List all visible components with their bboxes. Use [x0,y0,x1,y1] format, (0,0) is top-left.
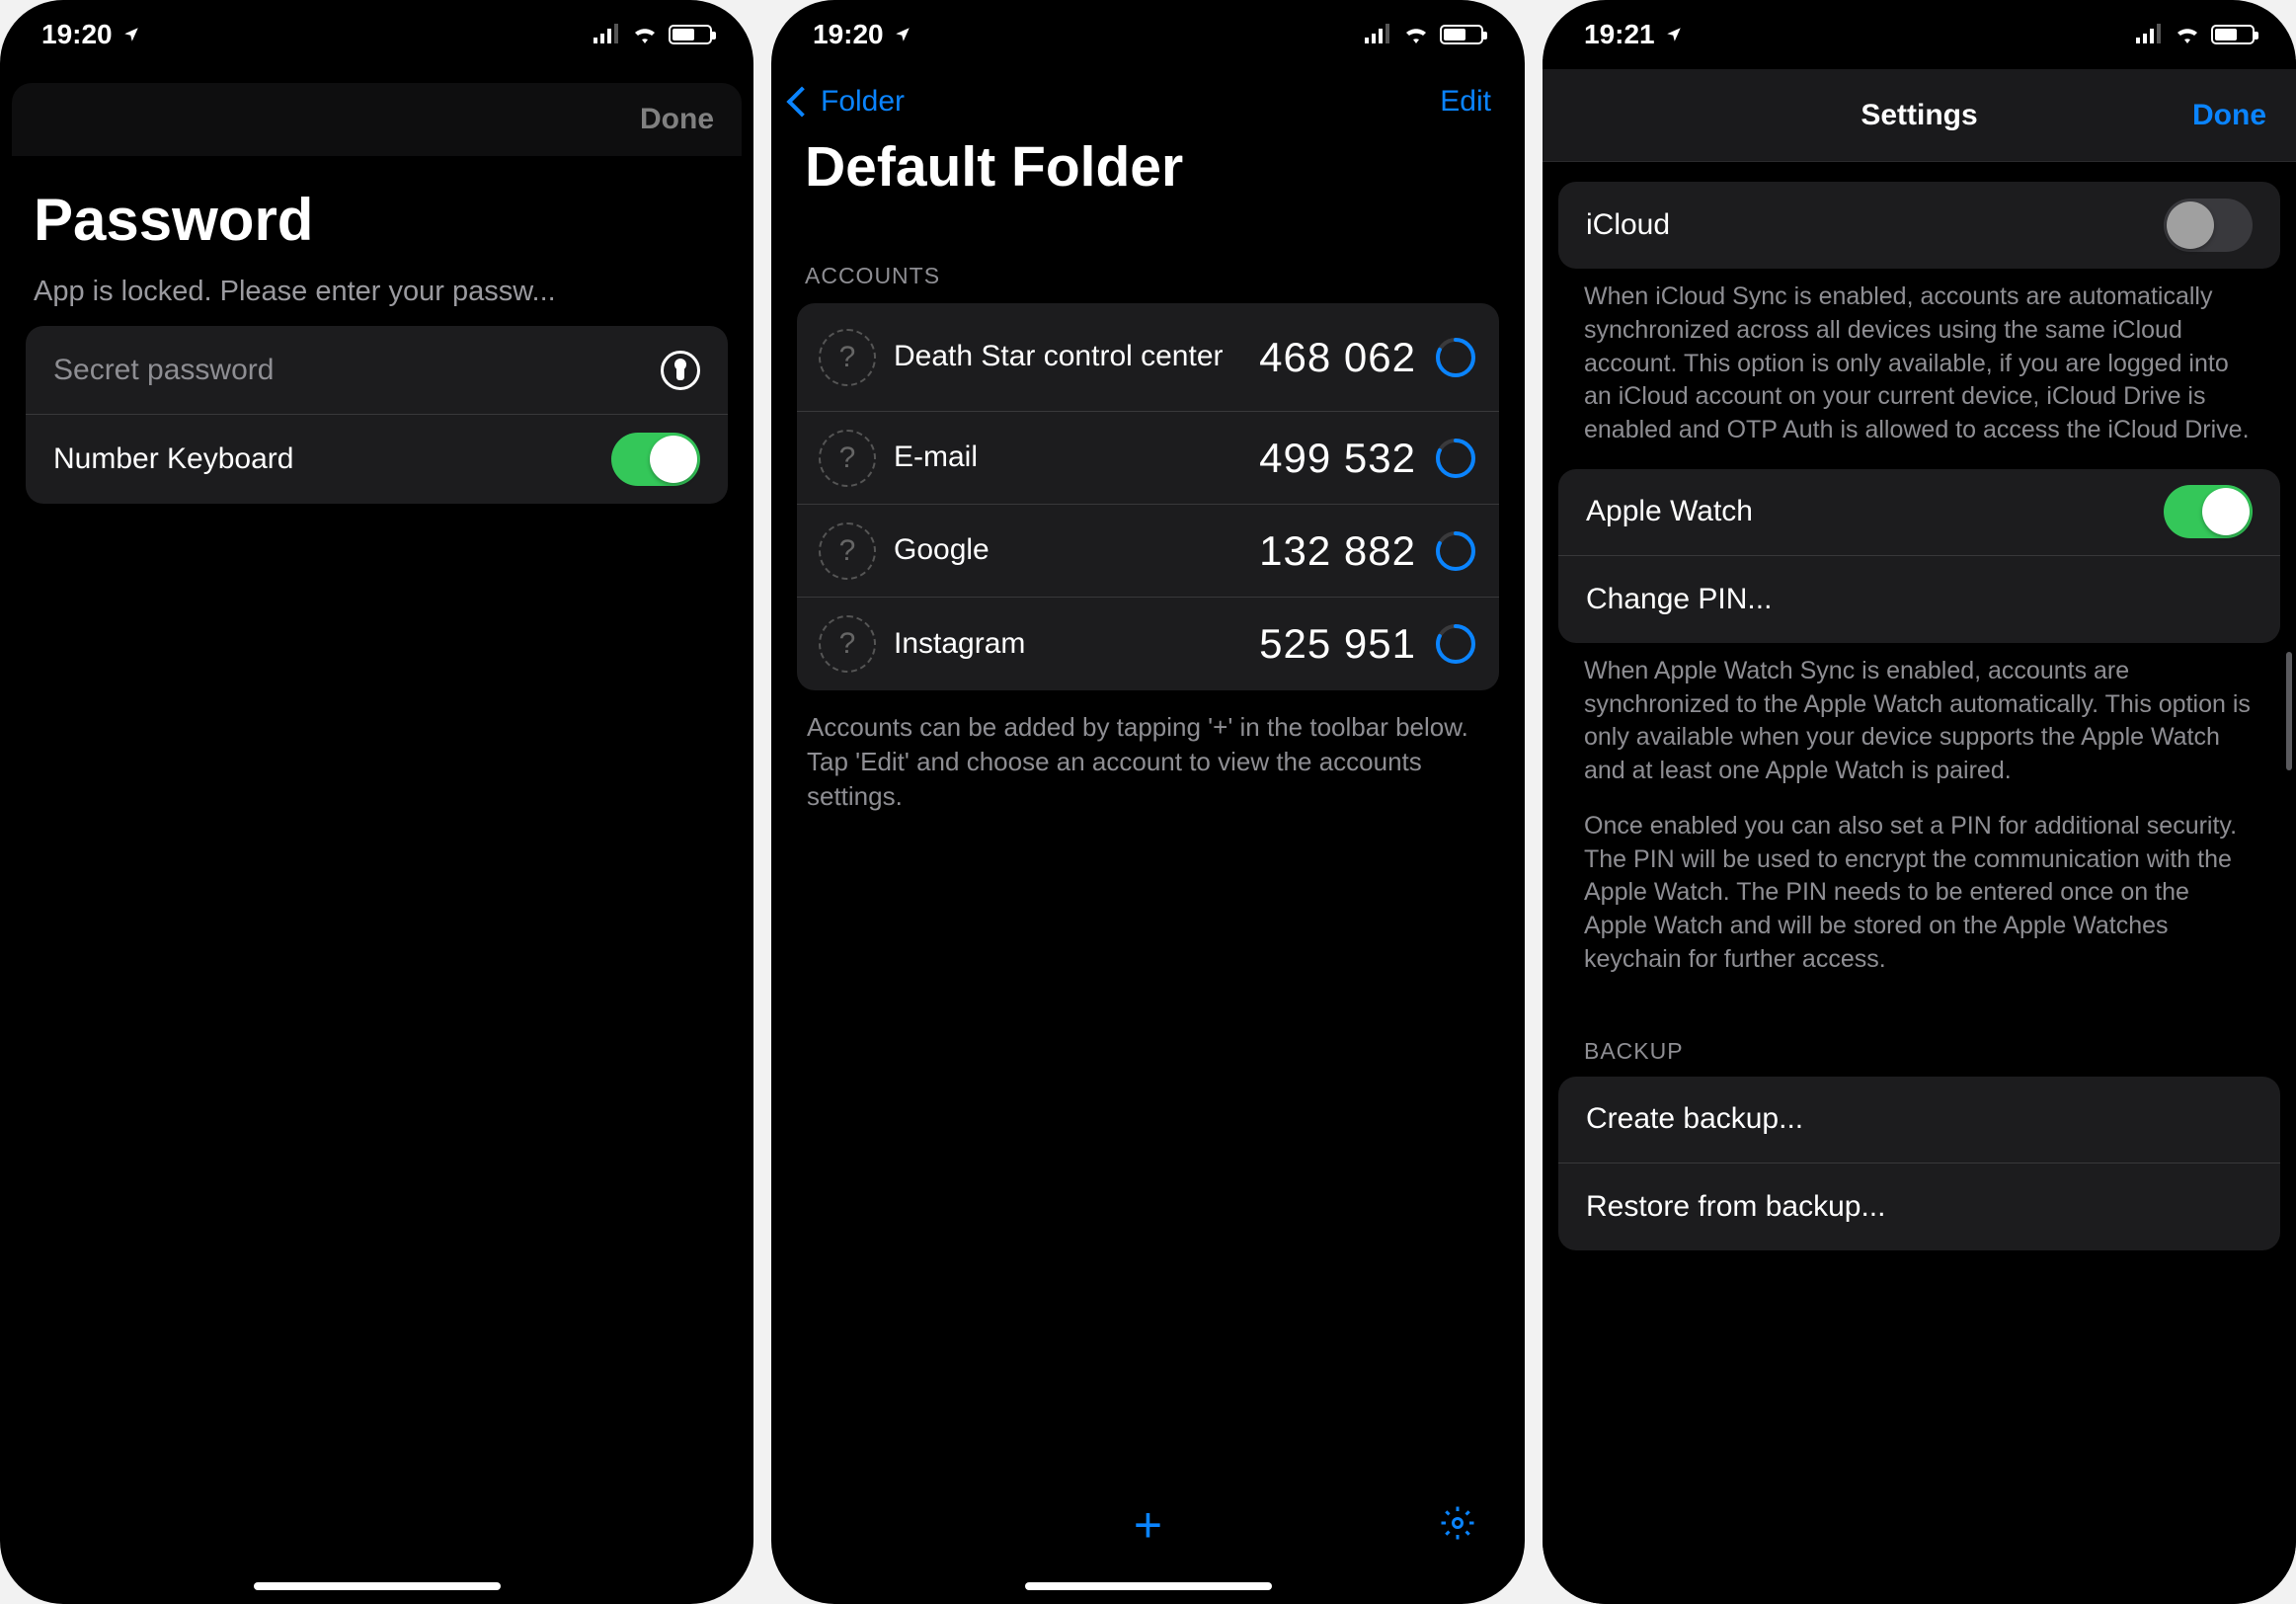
status-bar: 19:21 [1543,0,2296,59]
account-icon: ? [819,522,876,580]
change-pin-label: Change PIN... [1586,583,1772,616]
timer-icon [1434,622,1477,666]
edit-button[interactable]: Edit [1440,85,1491,119]
icloud-group: iCloud [1558,182,2280,269]
wifi-icon [631,19,659,50]
account-row[interactable]: ? Death Star control center 468 062 [797,303,1499,412]
account-icon: ? [819,615,876,673]
create-backup-row[interactable]: Create backup... [1558,1077,2280,1163]
number-keyboard-label: Number Keyboard [53,442,293,476]
icloud-label: iCloud [1586,208,1670,242]
number-keyboard-row: Number Keyboard [26,415,728,504]
icloud-row: iCloud [1558,182,2280,269]
apple-watch-label: Apple Watch [1586,495,1753,528]
backup-group: Create backup... Restore from backup... [1558,1077,2280,1250]
page-title: Default Folder [771,128,1525,223]
account-name: Death Star control center [894,340,1241,374]
nav-bar: Folder Edit [771,59,1525,128]
apple-watch-switch[interactable] [2164,485,2253,538]
password-group: Secret password Number Keyboard [26,326,728,504]
location-icon [894,19,911,50]
icloud-switch[interactable] [2164,199,2253,252]
account-name: Instagram [894,627,1241,662]
change-pin-row[interactable]: Change PIN... [1558,556,2280,643]
done-button[interactable]: Done [640,103,714,136]
account-code: 525 951 [1259,620,1416,668]
password-input-row[interactable]: Secret password [26,326,728,415]
done-button[interactable]: Done [2192,99,2266,132]
account-row[interactable]: ? Instagram 525 951 [797,598,1499,690]
folder-screen: 19:20 Folder Edit Default Folder ACCOUNT… [771,0,1525,1604]
battery-icon [1440,25,1483,44]
back-label: Folder [821,85,905,119]
signal-icon [1365,19,1392,50]
account-row[interactable]: ? Google 132 882 [797,505,1499,598]
location-icon [122,19,140,50]
account-row[interactable]: ? E-mail 499 532 [797,412,1499,505]
status-bar: 19:20 [771,0,1525,59]
back-button[interactable]: Folder [791,85,905,119]
nav-bar: Settings Done [1543,69,2296,162]
signal-icon [594,19,621,50]
battery-icon [669,25,712,44]
settings-screen: 19:21 Settings Done iCloud [1543,0,2296,1604]
watch-description-1: When Apple Watch Sync is enabled, accoun… [1558,643,2280,810]
page-title: Settings [1861,99,1977,132]
icloud-description: When iCloud Sync is enabled, accounts ar… [1558,269,2280,469]
status-bar: 19:20 [0,0,753,59]
home-indicator[interactable] [1025,1582,1272,1590]
settings-button[interactable] [1440,1505,1475,1546]
account-icon: ? [819,430,876,487]
accounts-hint: Accounts can be added by tapping '+' in … [771,690,1525,834]
status-time: 19:20 [813,19,884,50]
timer-icon [1434,529,1477,573]
keychain-icon[interactable] [661,351,700,390]
account-icon: ? [819,329,876,386]
signal-icon [2136,19,2164,50]
password-screen: 19:20 Done Password App is locked. Pleas… [0,0,753,1604]
timer-icon [1434,336,1477,379]
restore-backup-label: Restore from backup... [1586,1190,1885,1224]
home-indicator[interactable] [254,1582,501,1590]
restore-backup-row[interactable]: Restore from backup... [1558,1163,2280,1250]
chevron-left-icon [786,86,817,117]
create-backup-label: Create backup... [1586,1102,1803,1136]
battery-icon [2211,25,2255,44]
password-input[interactable]: Secret password [53,354,661,387]
scrollbar[interactable] [2286,652,2292,770]
watch-group: Apple Watch Change PIN... [1558,469,2280,643]
wifi-icon [1402,19,1430,50]
account-name: Google [894,533,1241,568]
watch-description-2: Once enabled you can also set a PIN for … [1558,810,2280,999]
wifi-icon [2174,19,2201,50]
location-icon [1665,19,1683,50]
timer-icon [1434,437,1477,480]
account-name: E-mail [894,441,1241,475]
page-title: Password [0,156,753,274]
backup-header: BACKUP [1558,999,2280,1077]
toolbar: + [771,1485,1525,1564]
status-time: 19:20 [41,19,113,50]
modal-header: Done [12,83,742,156]
page-subtitle: App is locked. Please enter your passw..… [0,274,753,326]
account-code: 468 062 [1259,334,1416,381]
account-code: 499 532 [1259,435,1416,482]
accounts-list: ? Death Star control center 468 062 ? E-… [797,303,1499,690]
status-time: 19:21 [1584,19,1655,50]
add-button[interactable]: + [1134,1496,1162,1554]
number-keyboard-switch[interactable] [611,433,700,486]
accounts-header: ACCOUNTS [771,223,1525,303]
apple-watch-row: Apple Watch [1558,469,2280,556]
account-code: 132 882 [1259,527,1416,575]
